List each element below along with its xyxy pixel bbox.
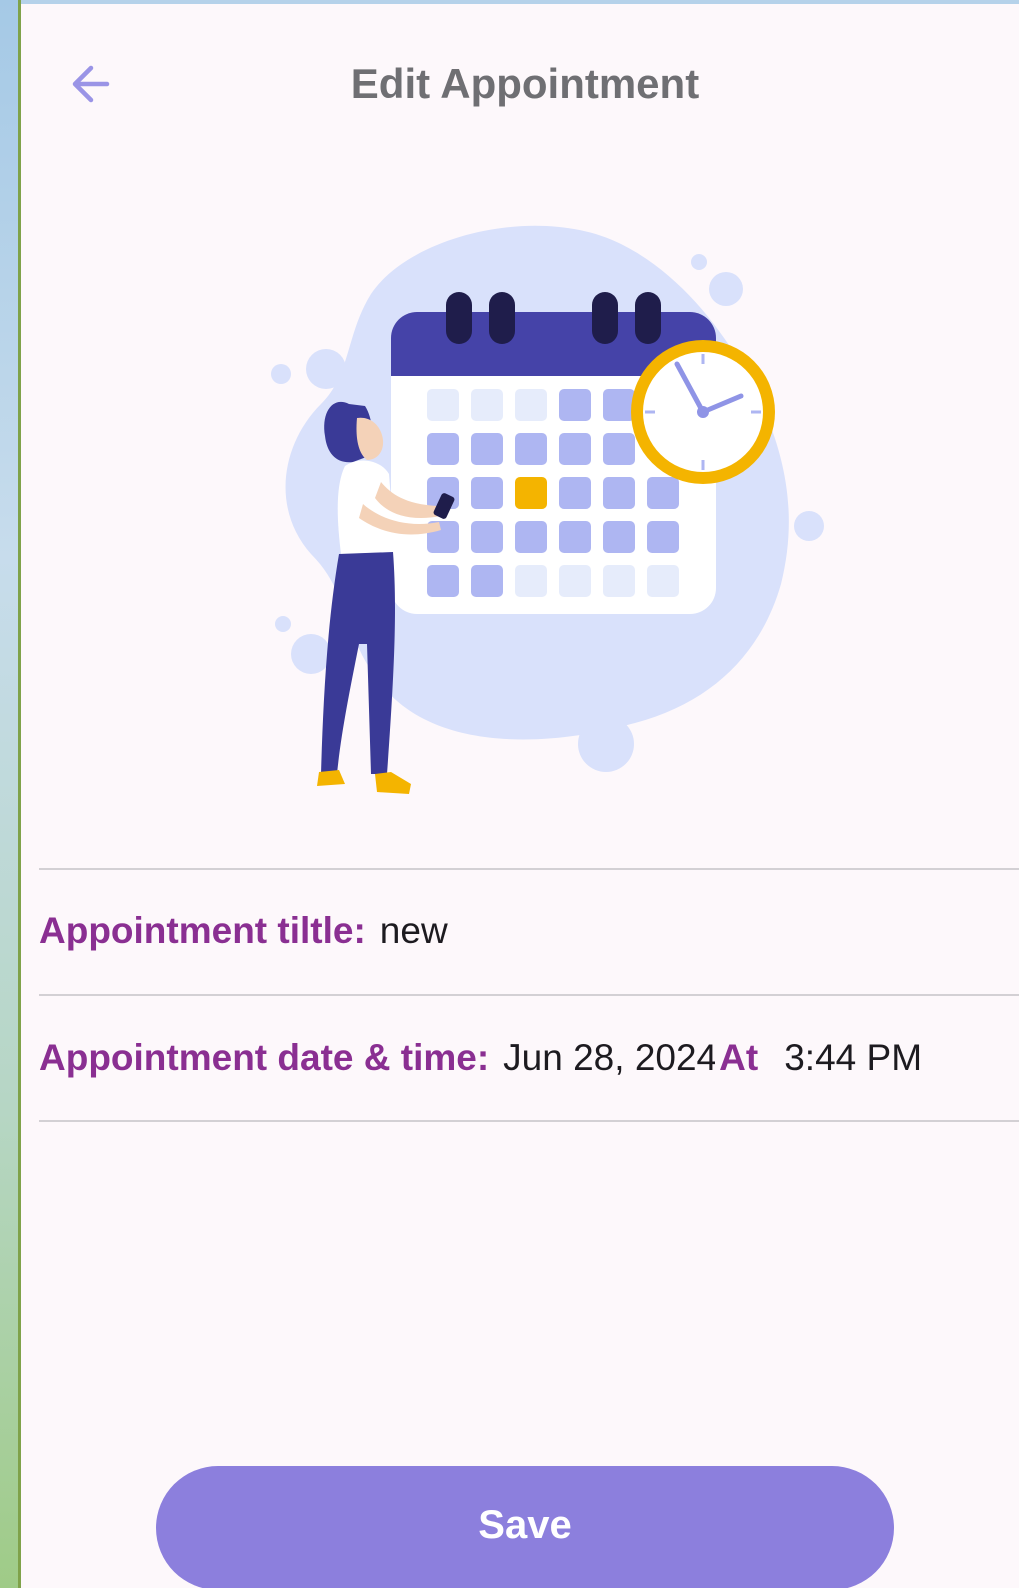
bubble xyxy=(306,349,346,389)
page-title: Edit Appointment xyxy=(350,60,700,107)
calendar-day xyxy=(603,521,635,553)
datetime-field-row: Appointment date & time: Jun 28, 2024 At… xyxy=(39,1023,922,1093)
calendar-day xyxy=(603,389,635,421)
calendar-ring xyxy=(446,292,472,344)
calendar-day xyxy=(427,389,459,421)
datetime-field-label: Appointment date & time: xyxy=(39,1037,490,1078)
date-field-value[interactable]: Jun 28, 2024 xyxy=(503,1037,715,1079)
calendar-day xyxy=(603,565,635,597)
calendar-day xyxy=(471,433,503,465)
edit-appointment-screen: Edit Appointment Appointment tiltle: new… xyxy=(21,4,1019,1588)
bubble xyxy=(794,511,824,541)
calendar-day xyxy=(647,565,679,597)
save-button[interactable]: Save xyxy=(156,1466,894,1588)
calendar-day xyxy=(559,389,591,421)
calendar-day xyxy=(515,433,547,465)
calendar-ring xyxy=(592,292,618,344)
calendar-day xyxy=(559,565,591,597)
bubble xyxy=(709,272,743,306)
calendar-illustration xyxy=(271,225,824,794)
calendar-day xyxy=(515,389,547,421)
bubble xyxy=(291,634,331,674)
calendar-day xyxy=(427,565,459,597)
title-field-label: Appointment tiltle: xyxy=(39,910,366,951)
bubble xyxy=(275,616,291,632)
calendar-day xyxy=(515,521,547,553)
calendar-day xyxy=(471,521,503,553)
title-field-value[interactable]: new xyxy=(380,910,448,952)
divider xyxy=(39,1120,1019,1122)
divider xyxy=(39,868,1019,870)
divider xyxy=(39,994,1019,996)
calendar-day xyxy=(471,389,503,421)
calendar-day xyxy=(515,565,547,597)
calendar-day xyxy=(647,477,679,509)
clock-icon xyxy=(631,340,775,484)
calendar-ring xyxy=(489,292,515,344)
calendar-day xyxy=(647,521,679,553)
bubble xyxy=(691,254,707,270)
calendar-day-selected xyxy=(515,477,547,509)
calendar-day xyxy=(471,565,503,597)
calendar-day xyxy=(427,433,459,465)
at-label: At xyxy=(719,1037,759,1078)
bubble xyxy=(271,364,291,384)
time-field-value[interactable]: 3:44 PM xyxy=(784,1037,922,1079)
calendar-day xyxy=(559,433,591,465)
calendar-day xyxy=(471,477,503,509)
calendar-day xyxy=(603,433,635,465)
title-field-row[interactable]: Appointment tiltle: new xyxy=(39,896,448,966)
calendar-day xyxy=(559,477,591,509)
save-button-label: Save xyxy=(478,1503,572,1547)
calendar-ring xyxy=(635,292,661,344)
bubble xyxy=(578,716,634,772)
calendar-day xyxy=(559,521,591,553)
calendar-day xyxy=(603,477,635,509)
